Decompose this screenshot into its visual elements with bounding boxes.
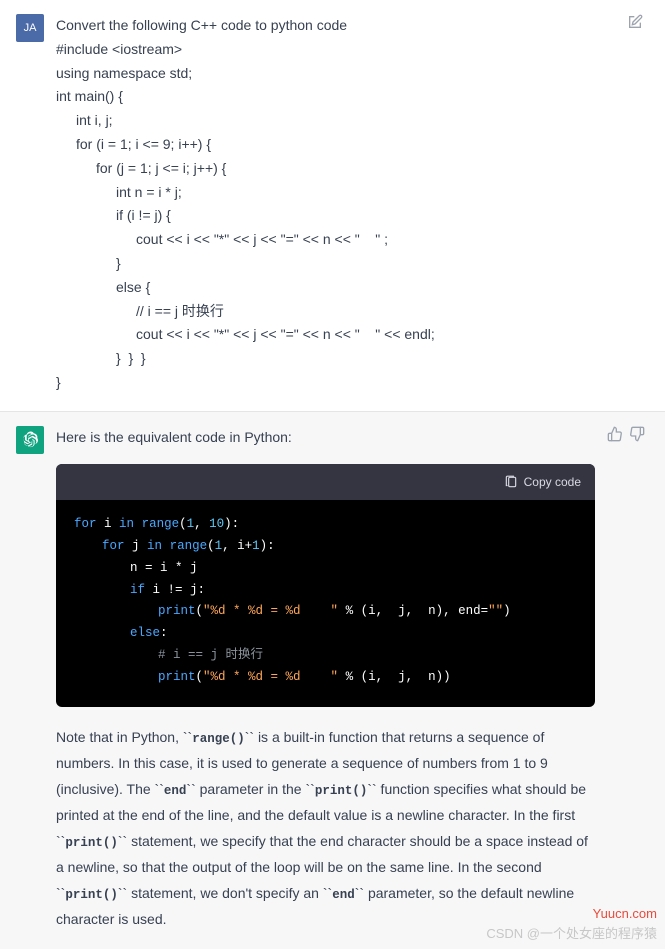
- code-line: using namespace std;: [56, 62, 645, 86]
- thumbs-down-icon[interactable]: [629, 426, 645, 933]
- code-content: for i in range(1, 10):for j in range(1, …: [56, 500, 595, 707]
- watermark-site: Yuucn.com: [593, 903, 657, 925]
- code-line: for (j = 1; j <= i; j++) {: [56, 157, 645, 181]
- code-block: Copy code for i in range(1, 10):for j in…: [56, 464, 595, 707]
- code-line: cout << i << "*" << j << "=" << n << " "…: [56, 228, 645, 252]
- assistant-message: Here is the equivalent code in Python: C…: [0, 412, 665, 949]
- thumbs-up-icon[interactable]: [607, 426, 623, 933]
- code-line: else {: [56, 276, 645, 300]
- edit-icon[interactable]: [627, 14, 643, 38]
- assistant-avatar: [16, 426, 44, 454]
- feedback-actions: [607, 426, 645, 933]
- copy-code-button[interactable]: Copy code: [504, 472, 581, 492]
- user-message: JA Convert the following C++ code to pyt…: [0, 0, 665, 412]
- code-line: Convert the following C++ code to python…: [56, 14, 645, 38]
- assistant-content: Here is the equivalent code in Python: C…: [56, 426, 595, 933]
- code-line: cout << i << "*" << j << "=" << n << " "…: [56, 323, 645, 347]
- code-line: int n = i * j;: [56, 181, 645, 205]
- copy-code-label: Copy code: [524, 472, 581, 492]
- code-line: int i, j;: [56, 109, 645, 133]
- code-line: int main() {: [56, 85, 645, 109]
- code-line: #include <iostream>: [56, 38, 645, 62]
- watermark-csdn: CSDN @一个处女座的程序猿: [486, 923, 657, 945]
- code-line: }: [56, 252, 645, 276]
- code-line: if (i != j) {: [56, 204, 645, 228]
- code-line: } } }: [56, 347, 645, 371]
- user-avatar: JA: [16, 14, 44, 42]
- code-line: }: [56, 371, 645, 395]
- code-line: // i == j 时换行: [56, 300, 645, 324]
- code-toolbar: Copy code: [56, 464, 595, 500]
- clipboard-icon: [504, 475, 518, 489]
- code-line: for (i = 1; i <= 9; i++) {: [56, 133, 645, 157]
- assistant-intro: Here is the equivalent code in Python:: [56, 426, 595, 450]
- user-content: Convert the following C++ code to python…: [56, 14, 645, 395]
- assistant-note: Note that in Python, ``range()`` is a bu…: [56, 725, 595, 933]
